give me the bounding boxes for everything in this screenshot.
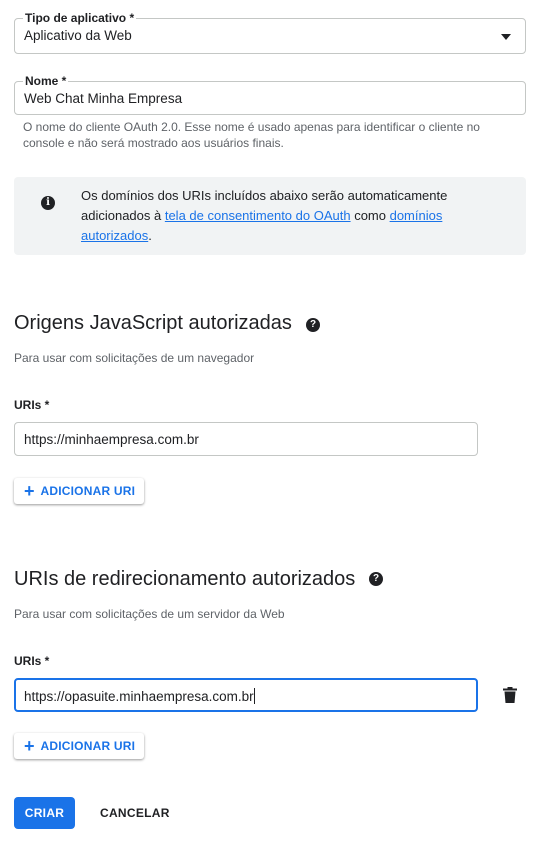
js-uri-value: https://minhaempresa.com.br [24, 432, 199, 447]
app-type-value: Aplicativo da Web [24, 28, 132, 43]
redirect-uri-value: https://opasuite.minhaempresa.com.br [24, 688, 255, 704]
redirect-uris-label: URIs * [14, 654, 50, 668]
plus-icon: + [24, 481, 35, 501]
redirect-uris-title: URIs de redirecionamento autorizados [14, 568, 356, 590]
add-redirect-uri-button[interactable]: + ADICIONAR URI [14, 733, 145, 759]
cancel-button[interactable]: CANCELAR [88, 797, 182, 829]
js-origins-title: Origens JavaScript autorizadas [14, 312, 292, 334]
js-uri-input[interactable]: https://minhaempresa.com.br [14, 422, 478, 456]
info-text: Os domínios dos URIs incluídos abaixo se… [81, 188, 448, 243]
info-icon: i [41, 196, 55, 210]
name-value: Web Chat Minha Empresa [24, 91, 183, 106]
app-type-label: Tipo de aplicativo * [23, 11, 137, 25]
help-icon[interactable]: ? [369, 572, 383, 586]
name-field[interactable]: Nome * Web Chat Minha Empresa [14, 74, 526, 115]
help-icon[interactable]: ? [306, 318, 320, 332]
app-type-select[interactable]: Tipo de aplicativo * Aplicativo da Web [14, 11, 526, 54]
create-button[interactable]: CRIAR [14, 797, 75, 829]
plus-icon: + [24, 736, 35, 756]
add-js-uri-button[interactable]: + ADICIONAR URI [14, 478, 145, 504]
consent-screen-link[interactable]: tela de consentimento do OAuth [165, 208, 351, 223]
text-caret [253, 688, 255, 704]
js-uris-label: URIs * [14, 398, 50, 412]
redirect-uris-subtitle: Para usar com solicitações de um servido… [14, 607, 285, 621]
dropdown-arrow-icon [501, 34, 511, 40]
name-hint: O nome do cliente OAuth 2.0. Esse nome é… [23, 120, 480, 150]
redirect-uri-input[interactable]: https://opasuite.minhaempresa.com.br [14, 678, 478, 712]
js-origins-subtitle: Para usar com solicitações de um navegad… [14, 351, 255, 365]
delete-icon[interactable] [503, 687, 517, 703]
info-box: i Os domínios dos URIs incluídos abaixo … [14, 177, 526, 255]
name-label: Nome * [23, 74, 69, 88]
